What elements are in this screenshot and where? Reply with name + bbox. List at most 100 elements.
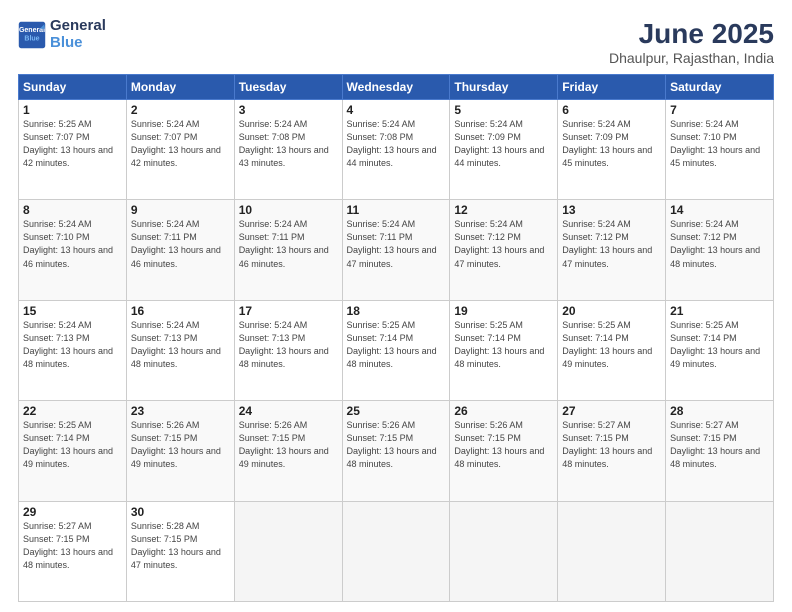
table-row: 12 Sunrise: 5:24 AM Sunset: 7:12 PM Dayl…: [450, 200, 558, 300]
day-number: 10: [239, 203, 338, 217]
day-number: 12: [454, 203, 553, 217]
table-row: [342, 501, 450, 601]
day-info: Sunrise: 5:24 AM Sunset: 7:12 PM Dayligh…: [454, 218, 553, 270]
table-row: 28 Sunrise: 5:27 AM Sunset: 7:15 PM Dayl…: [666, 401, 774, 501]
table-row: 8 Sunrise: 5:24 AM Sunset: 7:10 PM Dayli…: [19, 200, 127, 300]
day-info: Sunrise: 5:27 AM Sunset: 7:15 PM Dayligh…: [562, 419, 661, 471]
day-number: 8: [23, 203, 122, 217]
table-row: 3 Sunrise: 5:24 AM Sunset: 7:08 PM Dayli…: [234, 100, 342, 200]
page: General Blue General Blue June 2025 Dhau…: [0, 0, 792, 612]
day-info: Sunrise: 5:24 AM Sunset: 7:11 PM Dayligh…: [239, 218, 338, 270]
day-number: 23: [131, 404, 230, 418]
day-number: 15: [23, 304, 122, 318]
header: General Blue General Blue June 2025 Dhau…: [18, 18, 774, 66]
day-number: 29: [23, 505, 122, 519]
header-wednesday: Wednesday: [342, 75, 450, 100]
table-row: 13 Sunrise: 5:24 AM Sunset: 7:12 PM Dayl…: [558, 200, 666, 300]
day-number: 21: [670, 304, 769, 318]
table-row: 17 Sunrise: 5:24 AM Sunset: 7:13 PM Dayl…: [234, 300, 342, 400]
day-number: 5: [454, 103, 553, 117]
day-info: Sunrise: 5:26 AM Sunset: 7:15 PM Dayligh…: [347, 419, 446, 471]
table-row: [234, 501, 342, 601]
day-info: Sunrise: 5:26 AM Sunset: 7:15 PM Dayligh…: [239, 419, 338, 471]
table-row: 9 Sunrise: 5:24 AM Sunset: 7:11 PM Dayli…: [126, 200, 234, 300]
day-info: Sunrise: 5:24 AM Sunset: 7:11 PM Dayligh…: [131, 218, 230, 270]
day-number: 2: [131, 103, 230, 117]
calendar-table: Sunday Monday Tuesday Wednesday Thursday…: [18, 74, 774, 602]
day-number: 30: [131, 505, 230, 519]
header-tuesday: Tuesday: [234, 75, 342, 100]
table-row: 4 Sunrise: 5:24 AM Sunset: 7:08 PM Dayli…: [342, 100, 450, 200]
day-number: 14: [670, 203, 769, 217]
table-row: 26 Sunrise: 5:26 AM Sunset: 7:15 PM Dayl…: [450, 401, 558, 501]
table-row: 24 Sunrise: 5:26 AM Sunset: 7:15 PM Dayl…: [234, 401, 342, 501]
table-row: 14 Sunrise: 5:24 AM Sunset: 7:12 PM Dayl…: [666, 200, 774, 300]
day-number: 1: [23, 103, 122, 117]
day-number: 7: [670, 103, 769, 117]
day-info: Sunrise: 5:25 AM Sunset: 7:14 PM Dayligh…: [562, 319, 661, 371]
header-friday: Friday: [558, 75, 666, 100]
day-number: 20: [562, 304, 661, 318]
day-info: Sunrise: 5:24 AM Sunset: 7:13 PM Dayligh…: [131, 319, 230, 371]
day-info: Sunrise: 5:24 AM Sunset: 7:07 PM Dayligh…: [131, 118, 230, 170]
table-row: 19 Sunrise: 5:25 AM Sunset: 7:14 PM Dayl…: [450, 300, 558, 400]
calendar-row: 8 Sunrise: 5:24 AM Sunset: 7:10 PM Dayli…: [19, 200, 774, 300]
svg-text:Blue: Blue: [24, 35, 39, 42]
day-info: Sunrise: 5:26 AM Sunset: 7:15 PM Dayligh…: [131, 419, 230, 471]
day-info: Sunrise: 5:27 AM Sunset: 7:15 PM Dayligh…: [670, 419, 769, 471]
day-number: 4: [347, 103, 446, 117]
header-thursday: Thursday: [450, 75, 558, 100]
day-number: 6: [562, 103, 661, 117]
day-info: Sunrise: 5:24 AM Sunset: 7:08 PM Dayligh…: [239, 118, 338, 170]
table-row: 2 Sunrise: 5:24 AM Sunset: 7:07 PM Dayli…: [126, 100, 234, 200]
table-row: 27 Sunrise: 5:27 AM Sunset: 7:15 PM Dayl…: [558, 401, 666, 501]
day-info: Sunrise: 5:24 AM Sunset: 7:09 PM Dayligh…: [562, 118, 661, 170]
calendar-row: 15 Sunrise: 5:24 AM Sunset: 7:13 PM Dayl…: [19, 300, 774, 400]
table-row: [558, 501, 666, 601]
table-row: 29 Sunrise: 5:27 AM Sunset: 7:15 PM Dayl…: [19, 501, 127, 601]
day-number: 26: [454, 404, 553, 418]
header-monday: Monday: [126, 75, 234, 100]
table-row: [450, 501, 558, 601]
table-row: 6 Sunrise: 5:24 AM Sunset: 7:09 PM Dayli…: [558, 100, 666, 200]
table-row: 22 Sunrise: 5:25 AM Sunset: 7:14 PM Dayl…: [19, 401, 127, 501]
day-number: 18: [347, 304, 446, 318]
day-info: Sunrise: 5:25 AM Sunset: 7:07 PM Dayligh…: [23, 118, 122, 170]
logo: General Blue General Blue: [18, 18, 106, 51]
table-row: 25 Sunrise: 5:26 AM Sunset: 7:15 PM Dayl…: [342, 401, 450, 501]
table-row: 16 Sunrise: 5:24 AM Sunset: 7:13 PM Dayl…: [126, 300, 234, 400]
day-info: Sunrise: 5:25 AM Sunset: 7:14 PM Dayligh…: [347, 319, 446, 371]
calendar-row: 29 Sunrise: 5:27 AM Sunset: 7:15 PM Dayl…: [19, 501, 774, 601]
table-row: 20 Sunrise: 5:25 AM Sunset: 7:14 PM Dayl…: [558, 300, 666, 400]
day-info: Sunrise: 5:25 AM Sunset: 7:14 PM Dayligh…: [23, 419, 122, 471]
logo-text: General Blue: [50, 18, 106, 51]
table-row: 18 Sunrise: 5:25 AM Sunset: 7:14 PM Dayl…: [342, 300, 450, 400]
table-row: 10 Sunrise: 5:24 AM Sunset: 7:11 PM Dayl…: [234, 200, 342, 300]
day-number: 27: [562, 404, 661, 418]
day-info: Sunrise: 5:24 AM Sunset: 7:13 PM Dayligh…: [239, 319, 338, 371]
weekday-header-row: Sunday Monday Tuesday Wednesday Thursday…: [19, 75, 774, 100]
day-info: Sunrise: 5:24 AM Sunset: 7:11 PM Dayligh…: [347, 218, 446, 270]
calendar-row: 22 Sunrise: 5:25 AM Sunset: 7:14 PM Dayl…: [19, 401, 774, 501]
day-info: Sunrise: 5:24 AM Sunset: 7:12 PM Dayligh…: [562, 218, 661, 270]
table-row: [666, 501, 774, 601]
day-info: Sunrise: 5:24 AM Sunset: 7:09 PM Dayligh…: [454, 118, 553, 170]
table-row: 7 Sunrise: 5:24 AM Sunset: 7:10 PM Dayli…: [666, 100, 774, 200]
day-number: 11: [347, 203, 446, 217]
location: Dhaulpur, Rajasthan, India: [609, 50, 774, 66]
day-info: Sunrise: 5:24 AM Sunset: 7:10 PM Dayligh…: [670, 118, 769, 170]
table-row: 15 Sunrise: 5:24 AM Sunset: 7:13 PM Dayl…: [19, 300, 127, 400]
day-info: Sunrise: 5:27 AM Sunset: 7:15 PM Dayligh…: [23, 520, 122, 572]
day-number: 22: [23, 404, 122, 418]
table-row: 1 Sunrise: 5:25 AM Sunset: 7:07 PM Dayli…: [19, 100, 127, 200]
table-row: 11 Sunrise: 5:24 AM Sunset: 7:11 PM Dayl…: [342, 200, 450, 300]
table-row: 30 Sunrise: 5:28 AM Sunset: 7:15 PM Dayl…: [126, 501, 234, 601]
day-number: 19: [454, 304, 553, 318]
day-number: 13: [562, 203, 661, 217]
day-info: Sunrise: 5:25 AM Sunset: 7:14 PM Dayligh…: [454, 319, 553, 371]
day-info: Sunrise: 5:25 AM Sunset: 7:14 PM Dayligh…: [670, 319, 769, 371]
calendar-row: 1 Sunrise: 5:25 AM Sunset: 7:07 PM Dayli…: [19, 100, 774, 200]
day-number: 24: [239, 404, 338, 418]
month-title: June 2025: [609, 18, 774, 50]
header-sunday: Sunday: [19, 75, 127, 100]
